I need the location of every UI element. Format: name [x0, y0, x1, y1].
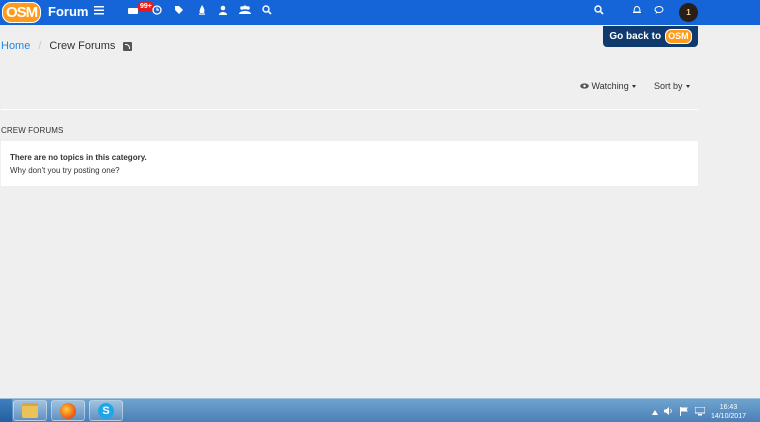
osm-logo-text: OSM [2, 1, 42, 23]
taskbar-explorer-button[interactable] [13, 400, 47, 421]
notifications-bell-icon[interactable] [631, 5, 643, 19]
chat-icon[interactable] [653, 5, 665, 19]
folder-icon [22, 403, 38, 418]
windows-taskbar: S 16:43 14/10/2017 [0, 398, 760, 422]
section-title: CREW FORUMS [1, 126, 64, 135]
clock-time: 16:43 [719, 404, 738, 411]
forum-brand-link[interactable]: Forum [48, 4, 88, 19]
system-clock[interactable]: 16:43 14/10/2017 [711, 403, 746, 421]
taskbar-skype-button[interactable]: S [89, 400, 123, 421]
sort-by-dropdown[interactable]: Sort by [654, 81, 690, 91]
network-icon[interactable] [694, 406, 706, 418]
top-navbar: OSM Forum 99+ 1 [0, 0, 760, 25]
go-back-osm-logo: OSM [665, 29, 692, 44]
system-tray: 16:43 14/10/2017 [651, 403, 746, 421]
watching-label: Watching [591, 81, 629, 91]
breadcrumb-home-link[interactable]: Home [1, 40, 30, 52]
tags-icon[interactable] [173, 5, 185, 19]
empty-topics-panel: There are no topics in this category. Wh… [1, 141, 698, 186]
start-button[interactable] [0, 399, 12, 422]
volume-icon[interactable] [663, 407, 674, 417]
go-back-to-osm-button[interactable]: Go back to OSM [603, 26, 698, 47]
watching-caret-icon [631, 85, 636, 89]
sort-by-label: Sort by [654, 81, 683, 91]
search-icon[interactable] [261, 5, 273, 19]
recent-clock-icon[interactable] [151, 5, 163, 19]
taskbar-firefox-button[interactable] [51, 400, 85, 421]
toolbar-divider [1, 109, 698, 110]
breadcrumb: Home / Crew Forums [1, 40, 133, 52]
skype-icon: S [98, 402, 114, 419]
avatar-text: 1 [686, 8, 691, 17]
categories-icon[interactable] [93, 5, 105, 19]
empty-state-title: There are no topics in this category. [10, 153, 147, 162]
search-right-icon[interactable] [593, 5, 605, 19]
breadcrumb-separator: / [38, 40, 42, 52]
firefox-icon [60, 402, 76, 419]
user-avatar[interactable]: 1 [679, 3, 698, 22]
breadcrumb-current: Crew Forums [49, 40, 116, 52]
rss-feed-icon[interactable] [123, 41, 133, 51]
user-icon[interactable] [217, 5, 229, 19]
popular-fire-icon[interactable] [196, 5, 208, 19]
eye-icon [580, 81, 592, 91]
clock-date: 14/10/2017 [710, 413, 746, 420]
groups-icon[interactable] [239, 5, 251, 19]
go-back-label: Go back to [609, 31, 662, 42]
empty-state-subtitle: Why don't you try posting one? [10, 166, 120, 175]
action-center-flag-icon[interactable] [679, 406, 689, 418]
watching-dropdown[interactable]: Watching [580, 81, 636, 91]
sort-by-caret-icon [685, 85, 690, 89]
tray-expand-icon[interactable] [651, 408, 658, 417]
osm-logo[interactable]: OSM [2, 1, 42, 23]
